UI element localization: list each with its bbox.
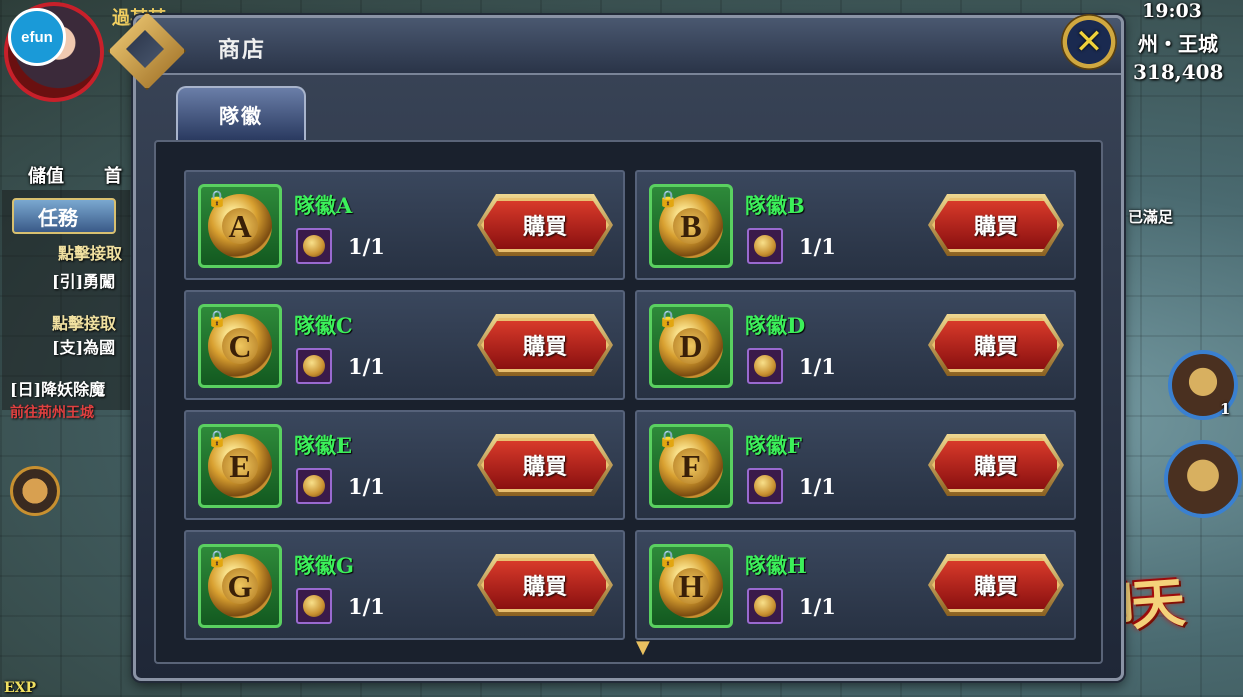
currency-coin-icon xyxy=(747,468,783,504)
item-quantity: 1/1 xyxy=(799,594,836,619)
shop-title-bar: 商店 ✕ xyxy=(108,12,1121,90)
lock-icon: 🔒 xyxy=(658,429,678,448)
lock-icon: 🔒 xyxy=(207,549,227,568)
skill-count: 1 xyxy=(1220,400,1231,418)
quest-line-6[interactable]: 前往荊州王城 xyxy=(10,402,94,422)
item-quantity: 1/1 xyxy=(348,474,385,499)
item-name: 隊徽D xyxy=(745,313,806,338)
item-quantity: 1/1 xyxy=(799,474,836,499)
item-quantity: 1/1 xyxy=(348,354,385,379)
buy-button[interactable]: 購買 xyxy=(932,318,1060,372)
shop-item[interactable]: A 🔒 隊徽A 1/1 購買 xyxy=(184,170,625,280)
tab-team-badge[interactable]: 隊徽 xyxy=(176,86,306,140)
badge-letter: H xyxy=(673,568,709,604)
currency-amount: 318,408 xyxy=(1133,60,1224,84)
item-name: 隊徽F xyxy=(745,433,802,458)
shop-item[interactable]: E 🔒 隊徽E 1/1 購買 xyxy=(184,410,625,520)
currency-coin-icon xyxy=(296,468,332,504)
item-quantity: 1/1 xyxy=(799,354,836,379)
lock-icon: 🔒 xyxy=(658,309,678,328)
shop-item[interactable]: B 🔒 隊徽B 1/1 購買 xyxy=(635,170,1076,280)
badge-letter: A xyxy=(222,208,258,244)
exp-label: EXP xyxy=(4,680,37,696)
badge-letter: D xyxy=(673,328,709,364)
lock-icon: 🔒 xyxy=(207,309,227,328)
badge-frame[interactable]: C 🔒 xyxy=(198,304,282,388)
badge-frame[interactable]: D 🔒 xyxy=(649,304,733,388)
shop-item[interactable]: F 🔒 隊徽F 1/1 購買 xyxy=(635,410,1076,520)
lock-icon: 🔒 xyxy=(207,189,227,208)
currency-coin-icon xyxy=(747,228,783,264)
quest-line-4[interactable]: [支]為國 xyxy=(52,334,115,358)
status-satisfied: 已滿足 xyxy=(1128,208,1174,226)
buy-button[interactable]: 購買 xyxy=(481,438,609,492)
buy-button[interactable]: 購買 xyxy=(481,318,609,372)
scroll-down-icon[interactable]: ▼ xyxy=(636,637,650,658)
currency-coin-icon xyxy=(747,588,783,624)
item-quantity: 1/1 xyxy=(799,234,836,259)
currency-coin-icon xyxy=(296,228,332,264)
efun-logo[interactable]: efun xyxy=(8,8,66,66)
currency-coin-icon xyxy=(296,588,332,624)
recharge-button[interactable]: 儲值 xyxy=(28,162,64,188)
badge-frame[interactable]: F 🔒 xyxy=(649,424,733,508)
shop-item[interactable]: C 🔒 隊徽C 1/1 購買 xyxy=(184,290,625,400)
lock-icon: 🔒 xyxy=(658,189,678,208)
badge-letter: B xyxy=(673,208,709,244)
buy-button[interactable]: 購買 xyxy=(932,438,1060,492)
quest-tab-button[interactable]: 任務 xyxy=(12,198,116,234)
item-name: 隊徽H xyxy=(745,553,807,578)
badge-letter: C xyxy=(222,328,258,364)
quest-line-1[interactable]: 點擊接取 xyxy=(58,240,122,264)
quest-line-5[interactable]: [日]降妖除魔 xyxy=(10,376,105,400)
shop-item[interactable]: D 🔒 隊徽D 1/1 購買 xyxy=(635,290,1076,400)
skill-icon-2[interactable] xyxy=(1164,440,1242,518)
buy-button[interactable]: 購買 xyxy=(932,558,1060,612)
item-name: 隊徽A xyxy=(294,193,353,218)
badge-frame[interactable]: H 🔒 xyxy=(649,544,733,628)
item-quantity: 1/1 xyxy=(348,594,385,619)
currency-coin-icon xyxy=(747,348,783,384)
lock-icon: 🔒 xyxy=(207,429,227,448)
item-name: 隊徽E xyxy=(294,433,353,458)
badge-letter: G xyxy=(222,568,258,604)
badge-frame[interactable]: E 🔒 xyxy=(198,424,282,508)
lock-icon: 🔒 xyxy=(658,549,678,568)
item-name: 隊徽B xyxy=(745,193,805,218)
shop-item-grid: A 🔒 隊徽A 1/1 購買 B 🔒 隊徽B 1/1 購買 C 🔒 隊徽C 1/1 購買 D 🔒 隊徽D 1/1 購買… xyxy=(184,170,1076,640)
badge-frame[interactable]: G 🔒 xyxy=(198,544,282,628)
clock-time: 19:03 xyxy=(1142,0,1202,22)
shop-item[interactable]: G 🔒 隊徽G 1/1 購買 xyxy=(184,530,625,640)
badge-letter: E xyxy=(222,448,258,484)
shop-window: 商店 ✕ 隊徽 A 🔒 隊徽A 1/1 購買 B 🔒 隊徽B 1/1 購買 C 🔒 隊徽C 1/1 購買 D 🔒… xyxy=(108,12,1124,681)
shop-item-list[interactable]: A 🔒 隊徽A 1/1 購買 B 🔒 隊徽B 1/1 購買 C 🔒 隊徽C 1/1 購買 D 🔒 隊徽D 1/1 購買… xyxy=(154,140,1103,664)
item-name: 隊徽C xyxy=(294,313,353,338)
close-button[interactable]: ✕ xyxy=(1061,14,1117,70)
quest-line-2[interactable]: [引]勇闖 xyxy=(52,268,115,292)
buy-button[interactable]: 購買 xyxy=(481,558,609,612)
shop-item[interactable]: H 🔒 隊徽H 1/1 購買 xyxy=(635,530,1076,640)
mount-button[interactable] xyxy=(10,466,60,516)
first-charge-button[interactable]: 首 xyxy=(104,162,122,188)
badge-frame[interactable]: B 🔒 xyxy=(649,184,733,268)
badge-frame[interactable]: A 🔒 xyxy=(198,184,282,268)
quest-line-3[interactable]: 點擊接取 xyxy=(52,310,116,334)
buy-button[interactable]: 購買 xyxy=(481,198,609,252)
item-name: 隊徽G xyxy=(294,553,354,578)
badge-letter: F xyxy=(673,448,709,484)
shop-title: 商店 xyxy=(218,37,267,63)
item-quantity: 1/1 xyxy=(348,234,385,259)
currency-coin-icon xyxy=(296,348,332,384)
location-label: 州・王城 xyxy=(1138,32,1218,56)
buy-button[interactable]: 購買 xyxy=(932,198,1060,252)
